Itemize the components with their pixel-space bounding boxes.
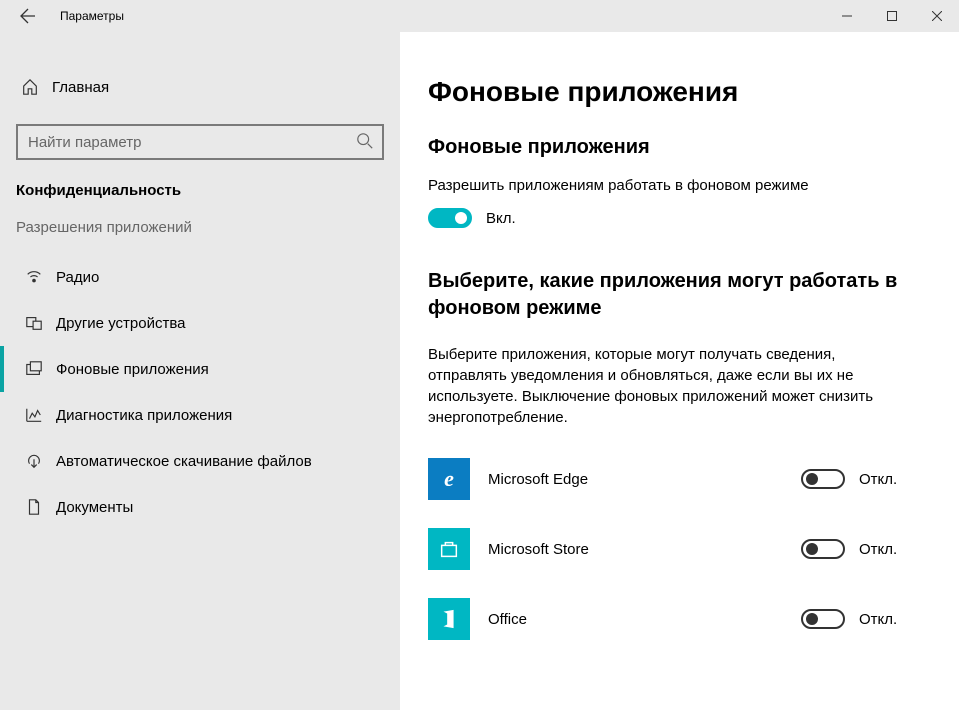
arrow-left-icon [20,8,36,24]
app-toggle-state: Откл. [859,541,897,558]
app-toggle-state: Откл. [859,471,897,488]
home-link[interactable]: Главная [0,68,400,106]
app-toggle-1[interactable] [801,539,845,559]
titlebar: Параметры [0,0,959,32]
close-button[interactable] [914,0,959,32]
app-toggle-2[interactable] [801,609,845,629]
close-icon [932,11,942,21]
app-name: Office [488,611,801,628]
section2-title: Выберите, какие приложения могут работат… [428,268,931,322]
sidebar: Главная Конфиденциальность Разрешения пр… [0,32,400,710]
main-content: Фоновые приложения Фоновые приложения Ра… [400,32,959,710]
app-icon [428,598,470,640]
sidebar-item-label: Другие устройства [56,315,185,332]
minimize-icon [842,11,852,21]
sidebar-item-4[interactable]: Автоматическое скачивание файлов [0,438,400,484]
master-toggle-label: Разрешить приложениям работать в фоновом… [428,177,931,194]
sidebar-item-label: Автоматическое скачивание файлов [56,453,312,470]
sidebar-item-3[interactable]: Диагностика приложения [0,392,400,438]
app-name: Microsoft Edge [488,471,801,488]
page-title: Фоновые приложения [428,76,931,108]
home-label: Главная [52,79,109,96]
category-label: Конфиденциальность [0,182,400,219]
app-toggle-state: Откл. [859,611,897,628]
back-button[interactable] [8,0,48,32]
app-row-1: Microsoft Store Откл. [428,514,931,584]
maximize-button[interactable] [869,0,914,32]
documents-icon [20,498,48,516]
sidebar-item-2[interactable]: Фоновые приложения [0,346,400,392]
section2-description: Выберите приложения, которые могут получ… [428,344,908,428]
app-row-2: Office Откл. [428,584,931,654]
maximize-icon [887,11,897,21]
sidebar-item-label: Фоновые приложения [56,361,209,378]
sidebar-item-1[interactable]: Другие устройства [0,300,400,346]
home-icon [16,78,44,96]
sidebar-item-5[interactable]: Документы [0,484,400,530]
minimize-button[interactable] [824,0,869,32]
master-toggle[interactable] [428,208,472,228]
app-icon: e [428,458,470,500]
master-toggle-state: Вкл. [486,210,516,227]
section1-title: Фоновые приложения [428,136,931,159]
radio-icon [20,268,48,286]
devices-icon [20,314,48,332]
background-apps-icon [20,360,48,378]
window-controls [824,0,959,32]
sidebar-item-label: Радио [56,269,99,286]
download-icon [20,452,48,470]
app-icon [428,528,470,570]
app-toggle-0[interactable] [801,469,845,489]
app-row-0: e Microsoft Edge Откл. [428,444,931,514]
diagnostics-icon [20,406,48,424]
sidebar-item-label: Документы [56,499,133,516]
app-name: Microsoft Store [488,541,801,558]
window-title: Параметры [60,9,124,23]
section-header: Разрешения приложений [0,219,400,254]
search-input[interactable] [16,124,384,160]
sidebar-item-label: Диагностика приложения [56,407,232,424]
sidebar-item-0[interactable]: Радио [0,254,400,300]
